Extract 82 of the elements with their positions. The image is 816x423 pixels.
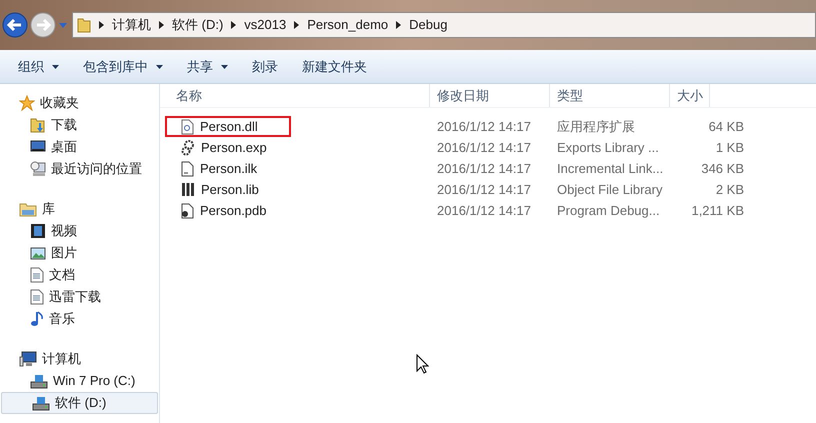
toolbar-button[interactable]: 组织 [18,56,59,76]
sidebar-item[interactable]: 软件 (D:) [1,392,158,414]
breadcrumb-arrow-icon[interactable] [396,21,402,29]
size-cell-text: 64 KB [708,118,744,136]
breadcrumb-arrow-icon[interactable] [294,21,300,29]
drive-icon [30,373,48,389]
type-cell-text: Object File Library [556,180,664,199]
film-icon [30,223,46,239]
dll-file-icon [181,118,194,134]
file-name[interactable]: Person.dll [200,116,258,136]
type-cell-text: Incremental Link... [556,160,664,178]
sidebar-group[interactable]: 计算机 [0,348,159,370]
sidebar-item[interactable]: 桌面 [0,136,159,158]
folder-icon [77,17,91,33]
breadcrumb-arrow-icon[interactable] [159,21,164,29]
breadcrumb-arrow-icon[interactable] [231,21,236,29]
library-folder-icon [19,202,37,216]
sidebar-item[interactable]: 文档 [0,264,159,286]
recent-places-icon [30,161,46,177]
file-name[interactable]: Person.lib [201,180,259,200]
file-name-cell[interactable]: Person.ilk [165,158,291,179]
computer-icon [19,351,37,367]
toolbar-button[interactable]: 包含到库中 [83,56,163,76]
breadcrumb-link[interactable]: 软件 (D:) [172,15,224,35]
caret-icon [156,64,163,68]
size-cell-text: 1 KB [714,138,744,157]
gears-file-icon [181,140,195,156]
file-name-cell[interactable]: Person.exp [165,137,291,158]
size-cell-text: 346 KB [700,160,744,178]
sidebar-group[interactable]: 收藏夹 [0,92,159,114]
sidebar-item[interactable]: Win 7 Pro (C:) [0,370,159,392]
sidebar-item[interactable]: 最近访问的位置 [0,158,159,180]
sidebar-group[interactable]: 库 [0,198,159,220]
file-name[interactable]: Person.exp [201,138,267,158]
document-icon [30,289,44,305]
drive-icon [32,395,50,411]
file-name-cell[interactable]: Person.lib [165,179,291,200]
document-icon [30,267,44,283]
breadcrumb-link[interactable]: Debug [409,15,448,35]
file-icon [181,202,194,218]
toolbar-button[interactable]: 新建文件夹 [302,56,367,76]
column-header[interactable]: 大小 [670,84,710,107]
sidebar-item[interactable]: 视频 [0,220,159,242]
star-icon [19,95,35,111]
size-cell-text: 1,211 KB [690,202,744,220]
sidebar-item[interactable]: 图片 [0,242,159,264]
caret-icon [52,64,59,68]
file-icon [181,160,194,176]
books-icon [181,182,195,197]
breadcrumb-link[interactable]: vs2013 [244,15,286,35]
breadcrumb-link[interactable]: Person_demo [307,15,388,35]
date-cell-text: 2016/1/12 14:17 [436,202,532,220]
date-cell-text: 2016/1/12 14:17 [436,180,532,199]
picture-icon [30,246,46,260]
file-name[interactable]: Person.pdb [200,200,266,220]
toolbar-button[interactable]: 刻录 [252,56,278,76]
column-header[interactable]: 修改日期 [430,84,550,107]
breadcrumb-arrow-icon[interactable] [99,21,104,29]
column-header[interactable]: 类型 [550,84,670,107]
sidebar-item[interactable]: 音乐 [0,308,159,330]
download-folder-icon [30,117,46,133]
forward-icon[interactable] [30,12,56,38]
date-cell-text: 2016/1/12 14:17 [436,138,532,157]
mouse-cursor-icon [416,354,429,374]
date-cell-text: 2016/1/12 14:17 [436,118,532,136]
type-cell-text: Program Debug... [556,202,661,220]
file-name[interactable]: Person.ilk [200,158,258,178]
music-note-icon [30,311,44,327]
date-cell-text: 2016/1/12 14:17 [436,160,532,178]
file-name-cell[interactable]: Person.pdb [165,200,291,221]
type-cell-text: 应用程序扩展 [556,118,636,136]
breadcrumb-link[interactable]: 计算机 [112,15,151,35]
desktop-icon [30,140,46,154]
caret-icon [221,64,228,68]
sidebar-item[interactable]: 迅雷下载 [0,286,159,308]
column-header[interactable]: 名称 [160,84,430,107]
size-cell-text: 2 KB [714,180,744,199]
back-icon[interactable] [2,12,28,38]
type-cell-text: Exports Library ... [556,138,660,157]
address-bar[interactable]: 计算机 软件 (D:) vs2013 Person_demo Debug [72,12,816,38]
toolbar-button[interactable]: 共享 [187,56,228,76]
sidebar-item[interactable]: 下载 [0,114,159,136]
